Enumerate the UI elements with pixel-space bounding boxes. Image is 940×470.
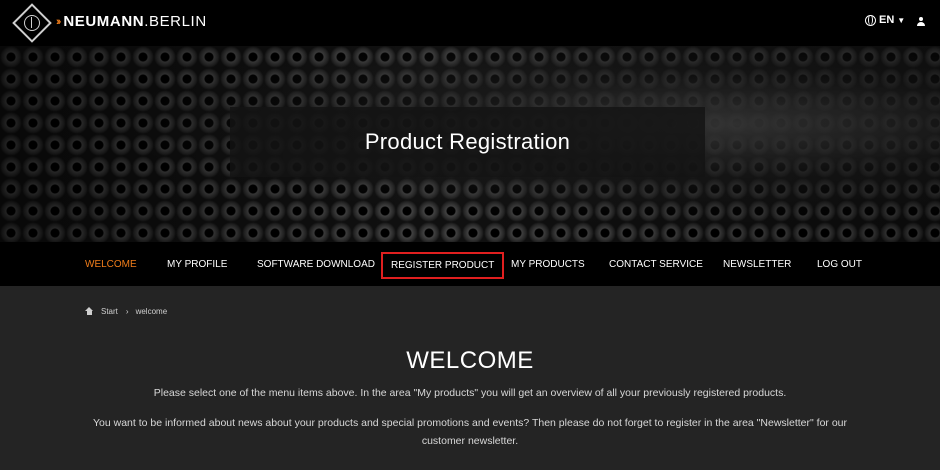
main-nav: WELCOME MY PROFILE SOFTWARE DOWNLOAD REG… <box>0 242 940 286</box>
language-selector[interactable]: EN ▼ <box>865 14 905 26</box>
nav-item-log-out[interactable]: LOG OUT <box>817 259 862 270</box>
site-header: ›› NEUMANN .BERLIN EN ▼ <box>0 0 940 46</box>
hero-banner: Product Registration <box>0 46 940 242</box>
breadcrumb-start-link[interactable]: Start <box>101 307 118 316</box>
chevron-down-icon: ▼ <box>897 15 906 25</box>
brand-suffix: .BERLIN <box>144 13 207 30</box>
breadcrumb: Start › welcome <box>85 307 167 316</box>
nav-item-my-products[interactable]: MY PRODUCTS <box>511 259 585 270</box>
breadcrumb-current: welcome <box>135 307 168 316</box>
welcome-heading: WELCOME <box>406 347 534 374</box>
home-icon[interactable] <box>85 307 94 316</box>
page-title: Product Registration <box>364 129 571 154</box>
breadcrumb-separator: › <box>125 307 129 316</box>
nav-item-register-product[interactable]: REGISTER PRODUCT <box>381 252 505 279</box>
brand-link[interactable]: ›› NEUMANN .BERLIN <box>56 13 207 30</box>
user-icon-body <box>917 22 925 26</box>
welcome-text-newsletter: You want to be informed about news about… <box>93 417 847 447</box>
user-icon[interactable] <box>916 17 926 27</box>
nav-item-contact-service[interactable]: CONTACT SERVICE <box>609 259 703 270</box>
nav-item-my-profile[interactable]: MY PROFILE <box>167 259 227 270</box>
brand-name: NEUMANN <box>63 13 145 30</box>
logo-emblem <box>24 15 40 31</box>
brand-arrows-icon: ›› <box>56 15 62 28</box>
language-label: EN <box>879 14 895 26</box>
nav-item-software-download[interactable]: SOFTWARE DOWNLOAD <box>257 259 375 270</box>
globe-icon <box>865 14 876 26</box>
user-icon-head <box>919 17 923 21</box>
neumann-logo-icon[interactable] <box>12 3 52 43</box>
nav-item-welcome[interactable]: WELCOME <box>85 259 137 270</box>
welcome-text-menu: Please select one of the menu items abov… <box>153 387 787 399</box>
hero-title-box: Product Registration <box>230 107 705 177</box>
nav-item-newsletter[interactable]: NEWSLETTER <box>723 259 791 270</box>
